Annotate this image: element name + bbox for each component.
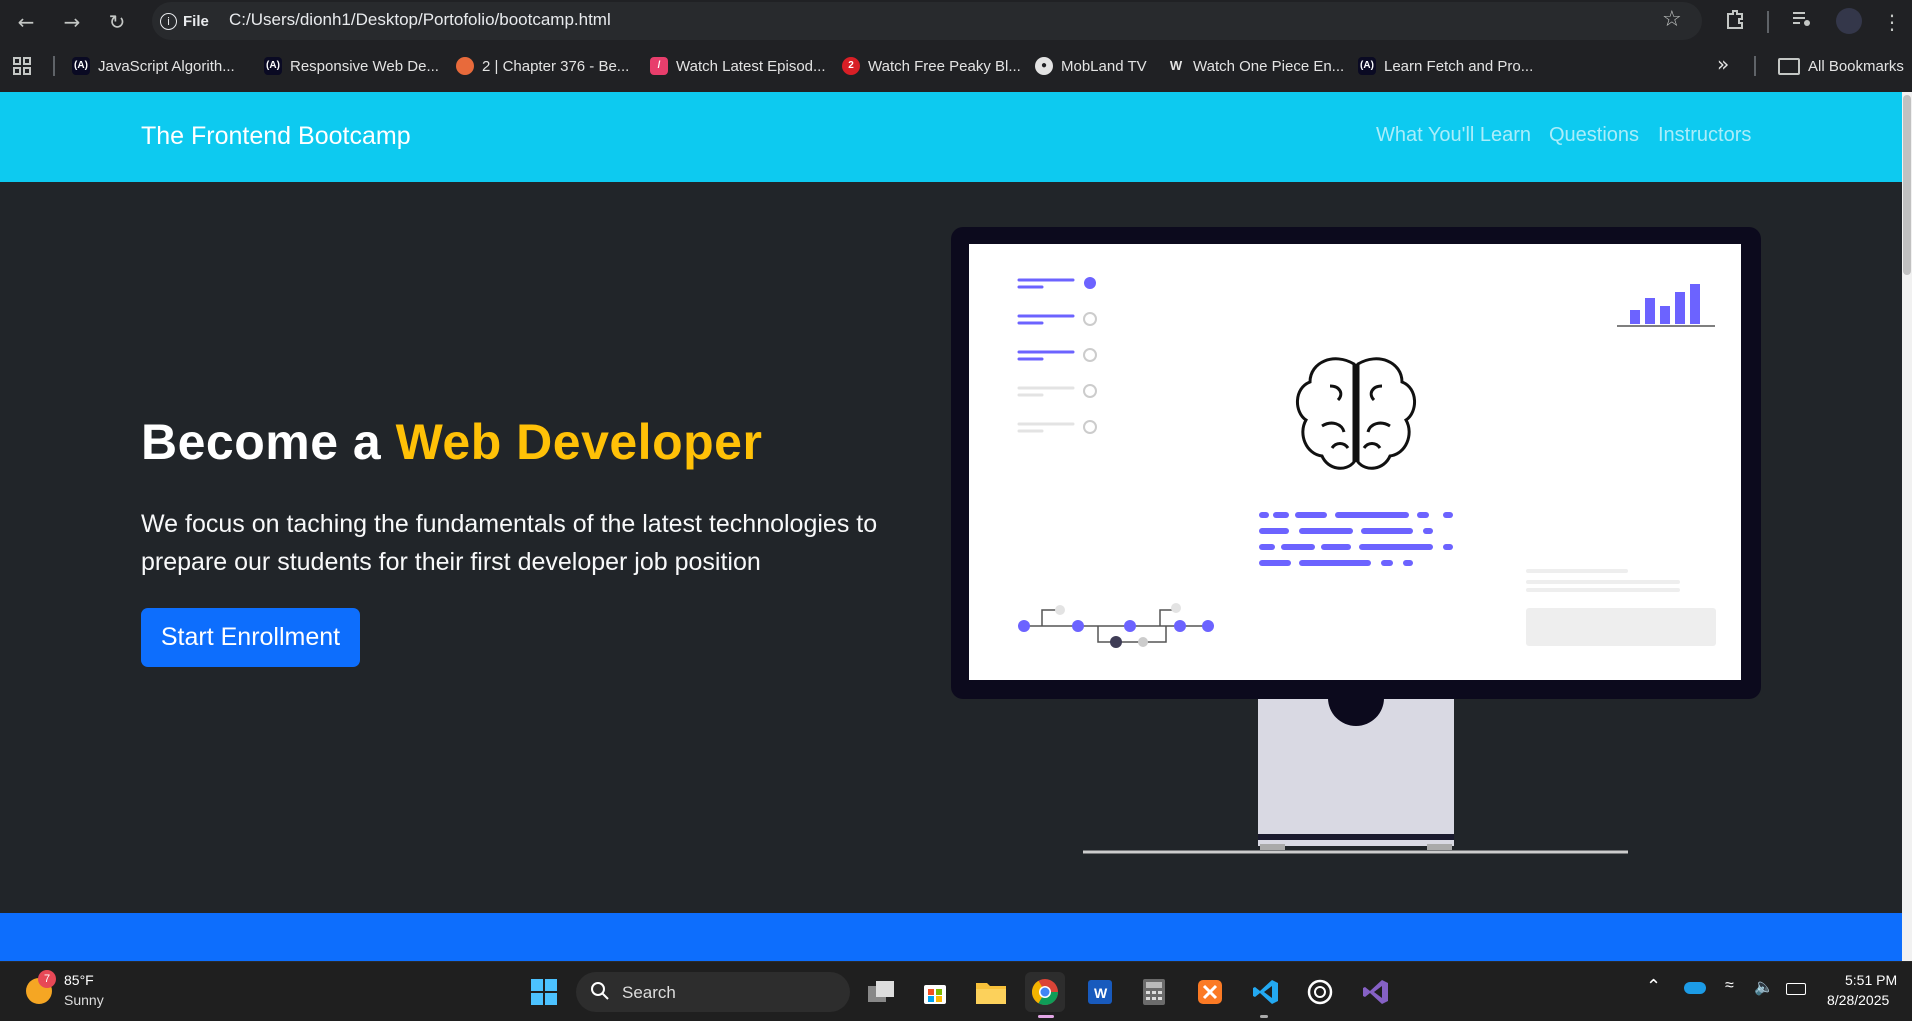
start-enrollment-button[interactable]: Start Enrollment — [141, 608, 360, 667]
hero-title: Become a Web Developer — [141, 413, 762, 471]
all-bookmarks-button[interactable]: All Bookmarks — [1778, 54, 1904, 78]
bookmark-item[interactable]: (A) Responsive Web De... — [264, 54, 439, 78]
hero-title-highlight: Web Developer — [395, 414, 763, 470]
bookmark-item[interactable]: (A) Learn Fetch and Pro... — [1358, 54, 1533, 78]
nav-link-questions[interactable]: Questions — [1549, 124, 1639, 147]
svg-text:W: W — [1094, 985, 1108, 1001]
bookmarks-divider — [53, 56, 55, 76]
vscode-icon[interactable] — [1246, 972, 1286, 1012]
browser-chrome: ← → ↻ i File C:/Users/dionh1/Desktop/Por… — [0, 0, 1912, 92]
url-text[interactable]: C:/Users/dionh1/Desktop/Portofolio/bootc… — [229, 10, 611, 30]
calculator-icon[interactable] — [1134, 972, 1174, 1012]
bookmarks-bar: (A) JavaScript Algorith... (A) Responsiv… — [0, 48, 1912, 84]
info-icon: i — [160, 12, 177, 30]
clock-date[interactable]: 8/28/2025 — [1827, 992, 1889, 1008]
fcc-icon: (A) — [72, 57, 90, 75]
two-icon: 2 — [842, 57, 860, 75]
word-icon[interactable]: W — [1080, 972, 1120, 1012]
fcc-icon: (A) — [264, 57, 282, 75]
bookmark-item[interactable]: 2 Watch Free Peaky Bl... — [842, 54, 1021, 78]
globe-icon: ● — [1035, 57, 1053, 75]
nav-link-what-youll-learn[interactable]: What You'll Learn — [1376, 124, 1531, 147]
bookmark-star-icon[interactable]: ☆ — [1662, 7, 1682, 32]
media-control-icon[interactable] — [1787, 8, 1815, 36]
visual-studio-icon[interactable] — [1356, 972, 1396, 1012]
clock-time[interactable]: 5:51 PM — [1845, 972, 1897, 988]
bookmark-item[interactable]: (A) JavaScript Algorith... — [72, 54, 235, 78]
xampp-icon[interactable] — [1190, 972, 1230, 1012]
more-bookmarks-chevron-icon[interactable]: » — [1717, 52, 1729, 76]
brand-link[interactable]: The Frontend Bootcamp — [141, 122, 411, 151]
wifi-icon[interactable]: ≈ — [1725, 977, 1734, 995]
bookmark-item[interactable]: W Watch One Piece En... — [1167, 54, 1344, 78]
search-label: Search — [622, 983, 676, 1002]
bookmark-label: Learn Fetch and Pro... — [1384, 57, 1534, 75]
bookmark-label: 2 | Chapter 376 - Be... — [482, 57, 630, 75]
all-bookmarks-label: All Bookmarks — [1808, 57, 1904, 75]
folder-icon — [1778, 57, 1800, 75]
hero-description: We focus on taching the fundamentals of … — [141, 510, 878, 576]
section-band — [0, 913, 1902, 961]
menu-kebab-icon[interactable]: ⋮ — [1878, 8, 1906, 36]
volume-icon[interactable]: 🔈 — [1754, 977, 1774, 997]
tray-overflow-chevron-icon[interactable]: ⌃ — [1646, 976, 1661, 997]
file-explorer-icon[interactable] — [971, 972, 1011, 1012]
battery-icon[interactable] — [1786, 983, 1806, 995]
forward-button[interactable]: → — [58, 8, 86, 36]
open-app-indicator — [1260, 1015, 1268, 1018]
chatgpt-icon[interactable] — [1300, 972, 1340, 1012]
store-icon[interactable] — [915, 972, 955, 1012]
site-info-chip[interactable]: i File — [160, 8, 209, 34]
extensions-icon[interactable] — [1721, 8, 1749, 36]
address-bar[interactable]: i File C:/Users/dionh1/Desktop/Portofoli… — [152, 2, 1702, 40]
hero-illustration — [950, 226, 1762, 862]
search-icon — [590, 981, 610, 1005]
task-view-icon[interactable] — [861, 972, 901, 1012]
bookmark-item[interactable]: / Watch Latest Episod... — [650, 54, 826, 78]
bookmarks-divider — [1754, 56, 1756, 76]
chrome-icon[interactable] — [1025, 972, 1065, 1012]
active-app-indicator — [1038, 1015, 1054, 1018]
scrollbar-thumb[interactable] — [1903, 95, 1911, 275]
file-label: File — [183, 12, 209, 30]
onedrive-icon[interactable] — [1684, 982, 1706, 994]
bookmark-label: MobLand TV — [1061, 57, 1147, 75]
weather-badge: 7 — [38, 970, 56, 988]
bookmark-label: Watch Latest Episod... — [676, 57, 826, 75]
bookmark-label: JavaScript Algorith... — [98, 57, 235, 75]
profile-avatar[interactable] — [1836, 8, 1862, 34]
brush-icon: / — [650, 57, 668, 75]
fcc-icon: (A) — [1358, 57, 1376, 75]
nav-link-instructors[interactable]: Instructors — [1658, 124, 1751, 147]
cake-icon — [456, 57, 474, 75]
start-windows-icon[interactable] — [524, 972, 564, 1012]
bookmark-label: Watch One Piece En... — [1193, 57, 1345, 75]
bookmark-item[interactable]: ● MobLand TV — [1035, 54, 1147, 78]
weather-temperature[interactable]: 85°F — [64, 972, 94, 988]
bookmark-label: Responsive Web De... — [290, 57, 439, 75]
weather-condition[interactable]: Sunny — [64, 992, 104, 1008]
bookmark-label: Watch Free Peaky Bl... — [868, 57, 1021, 75]
back-button[interactable]: ← — [12, 8, 40, 36]
bookmark-item[interactable]: 2 | Chapter 376 - Be... — [456, 54, 629, 78]
reload-button[interactable]: ↻ — [103, 8, 131, 36]
hero-title-start: Become a — [141, 414, 396, 470]
site-navbar: The Frontend Bootcamp What You'll Learn … — [0, 92, 1902, 182]
apps-grid-icon[interactable] — [12, 56, 32, 80]
taskbar: 7 85°F Sunny Search W ⌃ ≈ 🔈 5:51 PM 8/28… — [0, 961, 1912, 1021]
taskbar-search[interactable]: Search — [576, 972, 850, 1012]
w-icon: W — [1169, 58, 1183, 73]
toolbar-divider — [1767, 11, 1769, 33]
